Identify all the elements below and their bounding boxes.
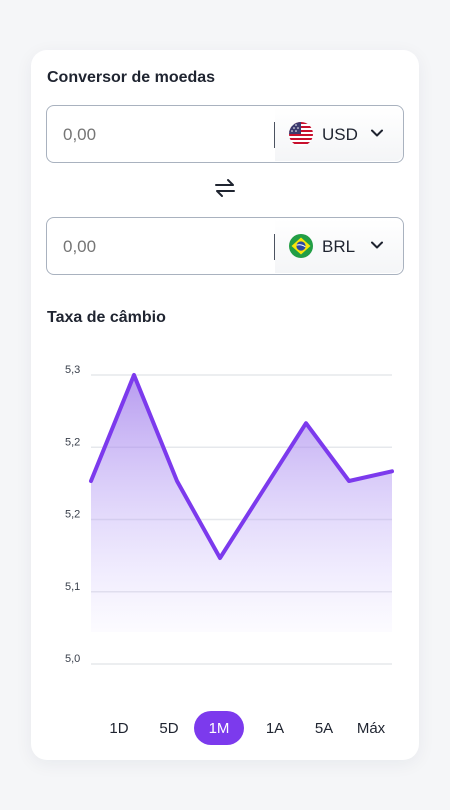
range-button-1m[interactable]: 1M xyxy=(194,711,244,745)
rate-area-fill xyxy=(91,375,392,632)
y-tick-label: 5,2 xyxy=(65,436,80,448)
currency-converter-card: Conversor de moedas 0,00 USD 0,00 BRL Ta… xyxy=(31,50,419,760)
y-tick-label: 5,3 xyxy=(65,364,80,376)
range-button-5d[interactable]: 5D xyxy=(144,711,194,745)
y-tick-label: 5,0 xyxy=(65,653,80,665)
range-button-5a[interactable]: 5A xyxy=(299,711,349,745)
exchange-rate-chart: 5,3 5,2 5,2 5,1 5,0 xyxy=(65,364,394,665)
time-range-selector: 1D 5D 1M 1A 5A Máx xyxy=(94,711,396,745)
range-button-1d[interactable]: 1D xyxy=(94,711,144,745)
range-button-máx[interactable]: Máx xyxy=(344,711,398,745)
y-tick-label: 5,2 xyxy=(65,509,80,521)
y-tick-label: 5,1 xyxy=(65,581,80,593)
range-button-1a[interactable]: 1A xyxy=(250,711,300,745)
